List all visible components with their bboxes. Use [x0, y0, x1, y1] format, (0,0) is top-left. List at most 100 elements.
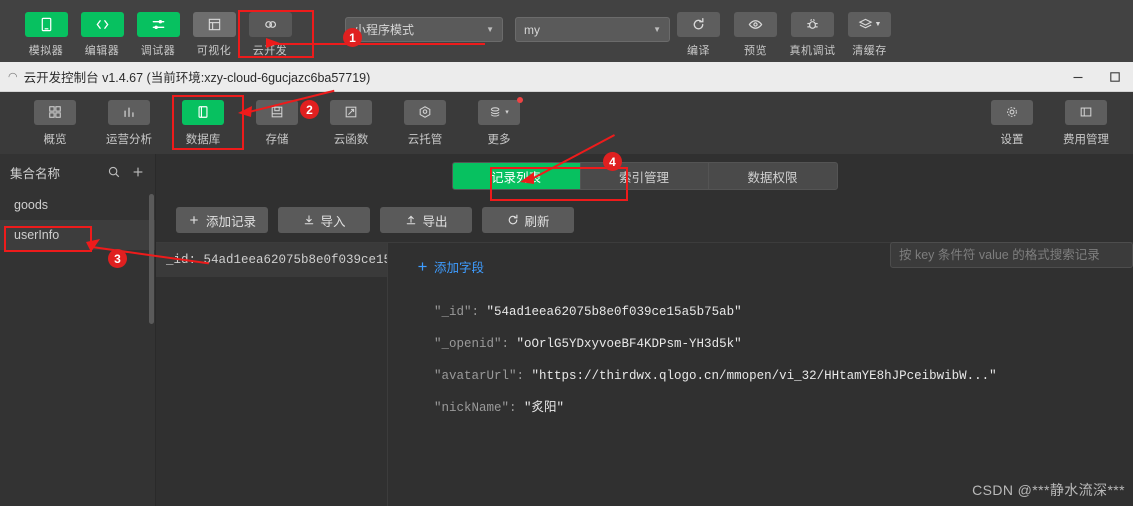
tool-label: 编辑器 [84, 45, 120, 57]
json-value: "炙阳" [524, 401, 565, 415]
tool-simulator[interactable]: 模拟器 [18, 12, 74, 58]
minimize-icon[interactable] [1059, 62, 1096, 92]
button-label: 导入 [320, 214, 346, 229]
json-row[interactable]: "nickName": "炙阳" [434, 392, 1133, 424]
account-select[interactable]: my ▼ [515, 17, 670, 42]
record-split: _id: 54ad1eea62075b8e0f039ce15a... 添加字段 [156, 242, 1133, 506]
annotation-arrow-4 [520, 172, 534, 184]
record-list: _id: 54ad1eea62075b8e0f039ce15a... [156, 243, 388, 506]
annotation-badge-4: 4 [603, 152, 622, 171]
caret-small-icon: ▼ [874, 21, 882, 28]
maximize-icon[interactable] [1096, 62, 1133, 92]
tool-visualization[interactable]: 可视化 [186, 12, 242, 58]
tool-preview[interactable]: 预览 [727, 12, 784, 58]
annotation-badge-2: 2 [300, 100, 319, 119]
chevron-down-icon: ▼ [486, 25, 494, 34]
nav-item-settings[interactable]: 设置 [975, 99, 1049, 147]
mode-select-value: 小程序模式 [354, 23, 415, 37]
mode-select[interactable]: 小程序模式 ▼ [345, 17, 503, 42]
console-body: 集合名称 goods userInfo 记录列表 索引管理 数据权限 添加记录 … [0, 154, 1133, 506]
sidebar-item-goods[interactable]: goods [0, 190, 155, 220]
cloud-dev-icon[interactable] [248, 12, 292, 37]
sidebar-scrollbar[interactable] [149, 194, 154, 324]
sidebar-header: 集合名称 [0, 154, 155, 190]
storage-icon[interactable] [256, 99, 298, 125]
window-title-text: 云开发控制台 v1.4.67 (当前环境:xzy-cloud-6gucjazc6… [23, 71, 371, 85]
tab-index-management[interactable]: 索引管理 [581, 163, 709, 189]
tool-debugger[interactable]: 调试器 [130, 12, 186, 58]
nav-item-more[interactable]: ▾ 更多 [462, 96, 536, 147]
list-item[interactable]: _id: 54ad1eea62075b8e0f039ce15a... [156, 243, 387, 277]
nav-item-cloud-function[interactable]: 云函数 [314, 99, 388, 147]
tab-bar: 记录列表 索引管理 数据权限 [451, 162, 838, 190]
layers-clear-cache-icon[interactable]: ▼ [848, 12, 891, 37]
plus-icon[interactable] [131, 165, 145, 179]
tab-label: 索引管理 [618, 170, 669, 185]
notification-dot [517, 96, 523, 103]
add-field-button[interactable]: 添加字段 [416, 257, 1133, 276]
nav-label: 更多 [487, 133, 511, 146]
window-title-bar: ◠ 云开发控制台 v1.4.67 (当前环境:xzy-cloud-6gucjaz… [0, 62, 1133, 92]
analytics-icon[interactable] [108, 99, 150, 125]
tool-editor[interactable]: 编辑器 [74, 12, 130, 58]
overview-icon[interactable] [34, 99, 76, 125]
json-key: "_id": [434, 305, 480, 319]
button-label: 添加记录 [206, 214, 257, 229]
device-debug-icon[interactable] [791, 12, 834, 37]
account-select-value: my [524, 22, 540, 37]
code-editor-icon[interactable] [80, 12, 124, 37]
cloud-hosting-icon[interactable] [404, 99, 446, 125]
eye-preview-icon[interactable] [734, 12, 777, 37]
annotation-badge-1: 1 [343, 28, 362, 47]
tool-label: 编译 [687, 45, 710, 57]
console-nav-right: 设置 费用管理 [975, 99, 1133, 147]
nav-label: 云托管 [407, 133, 443, 146]
cloud-function-icon[interactable] [330, 99, 372, 125]
collections-sidebar: 集合名称 goods userInfo [0, 154, 156, 506]
tool-label: 可视化 [196, 45, 232, 57]
tool-label: 模拟器 [28, 45, 64, 57]
more-icon[interactable]: ▾ [478, 99, 520, 125]
tool-compile[interactable]: 编译 [670, 12, 727, 58]
refresh-button[interactable]: 刷新 [482, 207, 575, 233]
debugger-icon[interactable] [136, 12, 180, 37]
sidebar-item-userinfo[interactable]: userInfo [0, 220, 155, 250]
nav-item-analytics[interactable]: 运营分析 [92, 99, 166, 147]
annotation-arrow-1 [266, 38, 280, 48]
tab-data-permissions[interactable]: 数据权限 [709, 163, 837, 189]
billing-icon[interactable] [1065, 99, 1107, 125]
watermark: CSDN @***静水流深*** [972, 482, 1125, 498]
nav-label: 运营分析 [106, 133, 152, 146]
json-row[interactable]: "avatarUrl": "https://thirdwx.qlogo.cn/m… [434, 360, 1133, 392]
json-row[interactable]: "_id": "54ad1eea62075b8e0f039ce15a5b75ab… [434, 296, 1133, 328]
upload-icon [406, 215, 415, 225]
database-icon[interactable] [182, 99, 224, 125]
nav-label: 存储 [265, 133, 289, 146]
gear-icon[interactable] [991, 99, 1033, 125]
nav-item-database[interactable]: 数据库 [166, 99, 240, 147]
refresh-compile-icon[interactable] [677, 12, 720, 37]
nav-item-cloud-hosting[interactable]: 云托管 [388, 99, 462, 147]
record-id-label: _id: 54ad1eea62075b8e0f039ce15a... [166, 253, 387, 267]
tool-clear-cache[interactable]: ▼ 清缓存 [841, 12, 898, 58]
tab-record-list[interactable]: 记录列表 [452, 163, 581, 189]
download-icon [304, 215, 313, 225]
devtools-tool-group: 模拟器 编辑器 调试器 可视化 云开发 [18, 12, 298, 58]
import-button[interactable]: 导入 [278, 207, 371, 233]
simulator-icon[interactable] [24, 12, 68, 37]
search-icon[interactable] [107, 165, 121, 179]
json-row[interactable]: "_openid": "oOrlG5YDxyvoeBF4KDPsm-YH3d5k… [434, 328, 1133, 360]
json-key: "avatarUrl": [434, 369, 525, 383]
nav-item-overview[interactable]: 概览 [18, 99, 92, 147]
refresh-icon [508, 214, 517, 225]
nav-item-billing[interactable]: 费用管理 [1049, 99, 1123, 147]
sidebar-title: 集合名称 [10, 166, 61, 181]
visualization-icon[interactable] [192, 12, 236, 37]
cloud-console-window: ◠ 云开发控制台 v1.4.67 (当前环境:xzy-cloud-6gucjaz… [0, 62, 1133, 506]
tool-device-debug[interactable]: 真机调试 [784, 12, 841, 58]
main-content: 记录列表 索引管理 数据权限 添加记录 导入 导出 刷新 按 key 条件符 v… [156, 154, 1133, 506]
json-key: "_openid": [434, 337, 510, 351]
json-value: "https://thirdwx.qlogo.cn/mmopen/vi_32/H… [531, 369, 997, 383]
export-button[interactable]: 导出 [380, 207, 473, 233]
add-record-button[interactable]: 添加记录 [176, 207, 269, 233]
